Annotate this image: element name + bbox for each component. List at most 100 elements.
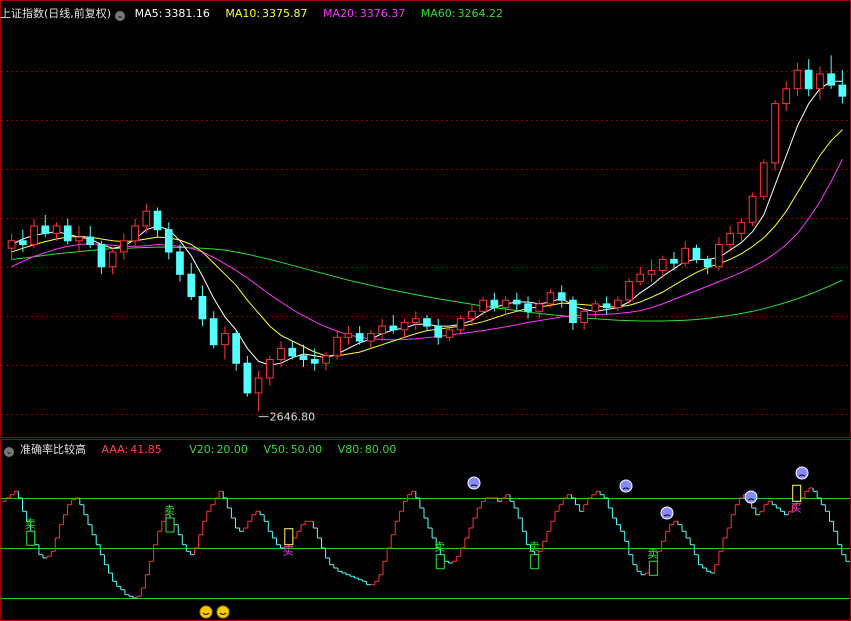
sub-panel-header: ⌄ 准确率比较高 AAA: 41.85 V20: 20.00 V50: 50.00 V8…	[0, 442, 408, 458]
chart-canvas[interactable]: 2646.80 卖卖卖卖卖卖卖卖买买	[0, 0, 851, 621]
candle-down	[804, 69, 813, 90]
happy-face-icon	[216, 605, 230, 619]
candle-down	[569, 299, 577, 324]
sell-label: 卖	[647, 547, 658, 560]
candle-up	[445, 329, 454, 338]
sell-bar	[530, 554, 540, 570]
v50-value: 50.00	[290, 443, 323, 456]
ma60-label: MA60:	[420, 7, 456, 20]
v20-label: V20:	[189, 443, 215, 456]
candle-down	[164, 229, 173, 253]
sub-panel-title: 准确率比较高	[20, 443, 86, 456]
candle-down	[692, 247, 701, 260]
buy-label: 买	[283, 545, 294, 558]
candle-down	[389, 325, 398, 331]
sad-face-icon	[619, 479, 633, 493]
candle-down	[63, 225, 72, 242]
candle-up	[614, 299, 622, 309]
candle-down	[86, 236, 95, 246]
main-panel-title: 上证指数(日线,前复权)	[0, 7, 112, 20]
candle-up	[759, 162, 768, 197]
candle-up	[625, 281, 633, 301]
candle-up	[501, 299, 510, 309]
candle-up	[266, 359, 274, 379]
candle-down	[232, 333, 241, 364]
candle-down	[243, 362, 252, 394]
v50-label: V50:	[263, 443, 289, 456]
candle-up	[782, 88, 791, 105]
happy-face-icon	[199, 605, 213, 619]
candle-down	[310, 359, 319, 364]
sell-label: 卖	[434, 541, 445, 554]
ma60-readout: MA60: 3264.22	[421, 7, 509, 20]
ma20-value: 3376.37	[359, 7, 406, 20]
chevron-down-icon[interactable]: ⌄	[115, 11, 126, 21]
ma5-value: 3381.16	[164, 7, 210, 20]
candle-up	[52, 225, 61, 234]
ma5-label: MA5:	[134, 7, 163, 20]
candle-up	[771, 103, 779, 164]
ma10-label: MA10:	[225, 7, 261, 20]
candle-up	[748, 195, 757, 223]
candle-down	[670, 258, 678, 264]
candle-up	[647, 270, 656, 275]
chevron-down-icon[interactable]: ⌄	[4, 447, 14, 457]
candle-up	[546, 292, 555, 305]
sub-panel-frame	[0, 439, 851, 621]
ma20-label: MA20:	[323, 7, 358, 20]
v80-label: V80:	[337, 443, 363, 456]
candle-down	[176, 251, 184, 275]
candle-down	[602, 303, 611, 309]
aaa-label: AAA:	[101, 443, 129, 456]
buy-bar	[284, 528, 294, 546]
low-marker: 2646.80	[258, 411, 316, 424]
candle-down	[288, 347, 297, 357]
aaa-step-line	[2, 487, 850, 599]
candle-down	[512, 299, 521, 305]
sell-bar	[165, 517, 175, 533]
v80-value: 80.00	[364, 443, 397, 456]
sad-face-icon	[795, 466, 809, 480]
candle-down	[187, 273, 196, 298]
candle-up	[277, 347, 285, 360]
candle-down	[434, 325, 443, 338]
low-marker-label: 2646.80	[270, 411, 316, 424]
candle-up	[468, 310, 476, 320]
candle-up	[131, 225, 139, 242]
candle-down	[490, 299, 499, 309]
sad-face-icon	[744, 490, 758, 504]
candle-down	[557, 292, 566, 301]
candle-up	[535, 303, 544, 312]
sell-bar	[26, 530, 36, 546]
v50-readout: V50: 50.00	[263, 443, 328, 456]
buy-bar	[792, 484, 802, 502]
buy-label: 买	[791, 501, 802, 514]
candle-up	[344, 333, 353, 338]
candle-up	[816, 73, 824, 90]
candle-down	[838, 84, 847, 97]
candle-up	[75, 236, 83, 242]
v80-readout: V80: 80.00	[338, 443, 403, 456]
candle-up	[715, 244, 723, 268]
candle-up	[737, 221, 746, 234]
ma60-value: 3264.22	[457, 7, 503, 20]
candle-down	[299, 355, 308, 360]
candle-down	[97, 244, 106, 268]
candle-up	[400, 321, 409, 331]
ma10-readout: MA10: 3375.87	[225, 7, 313, 20]
v20-readout: V20: 20.00	[189, 443, 254, 456]
candle-down	[703, 258, 712, 268]
candle-down	[153, 210, 162, 231]
candle-up	[333, 336, 341, 357]
aaa-value: 41.85	[130, 443, 162, 456]
candle-up	[793, 69, 802, 90]
main-panel-header: 上证指数(日线,前复权) ⌄ MA5: 3381.16 MA10: 3375.87 M…	[0, 6, 515, 22]
candle-up	[658, 258, 667, 271]
candle-down	[198, 296, 207, 320]
v20-value: 20.00	[216, 443, 248, 456]
candle-up	[456, 318, 465, 331]
candle-up	[681, 247, 689, 264]
candle-up	[322, 355, 330, 364]
sell-bar	[435, 554, 445, 570]
candle-up	[591, 303, 600, 312]
